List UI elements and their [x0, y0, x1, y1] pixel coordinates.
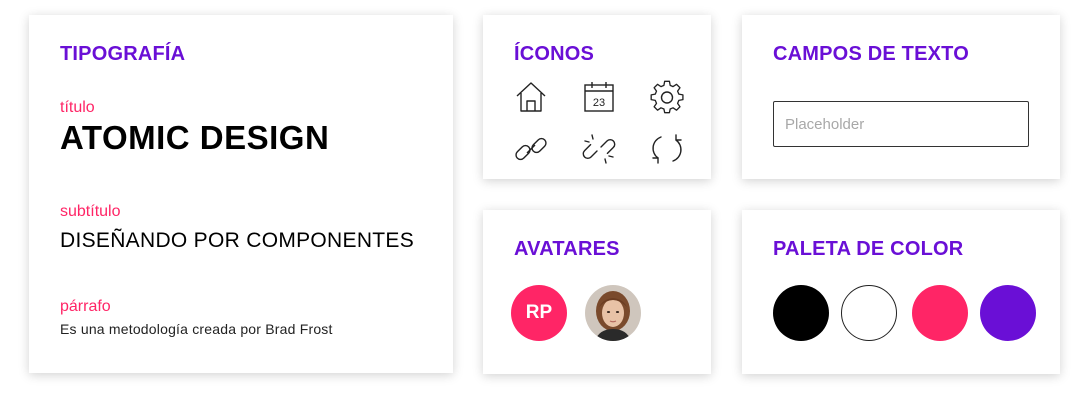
palette-card-title: PALETA DE COLOR: [773, 238, 964, 260]
subtitle-label: subtítulo: [60, 203, 121, 220]
icons-card: ÍCONOS 23: [483, 15, 711, 179]
color-swatch[interactable]: [773, 285, 829, 341]
avatar-photo[interactable]: [585, 285, 641, 341]
home-icon[interactable]: [513, 79, 549, 115]
calendar-icon[interactable]: 23: [581, 79, 617, 115]
avatars-card: AVATARES RP: [483, 210, 711, 374]
color-swatch[interactable]: [980, 285, 1036, 341]
subtitle-sample: DISEÑANDO POR COMPONENTES: [60, 229, 415, 252]
icon-grid: 23: [513, 79, 693, 167]
typography-card: TIPOGRAFÍA título ATOMIC DESIGN subtítul…: [29, 15, 453, 373]
text-fields-card-title: CAMPOS DE TEXTO: [773, 43, 969, 65]
palette-card: PALETA DE COLOR: [742, 210, 1060, 374]
title-sample: ATOMIC DESIGN: [60, 119, 330, 156]
icons-card-title: ÍCONOS: [514, 43, 595, 65]
placeholder-input[interactable]: [773, 101, 1029, 147]
text-fields-card: CAMPOS DE TEXTO: [742, 15, 1060, 179]
title-label: título: [60, 99, 95, 116]
refresh-icon[interactable]: [649, 131, 685, 167]
calendar-day: 23: [593, 97, 605, 109]
avatar-initials[interactable]: RP: [511, 285, 567, 341]
avatars-card-title: AVATARES: [514, 238, 620, 260]
paragraph-sample: Es una metodología creada por Brad Frost: [60, 321, 333, 337]
paragraph-label: párrafo: [60, 298, 111, 315]
color-swatch[interactable]: [841, 285, 897, 341]
color-swatch[interactable]: [912, 285, 968, 341]
unlink-icon[interactable]: [581, 131, 617, 167]
typography-card-title: TIPOGRAFÍA: [60, 43, 186, 65]
link-icon[interactable]: [513, 131, 549, 167]
gear-icon[interactable]: [649, 79, 685, 115]
